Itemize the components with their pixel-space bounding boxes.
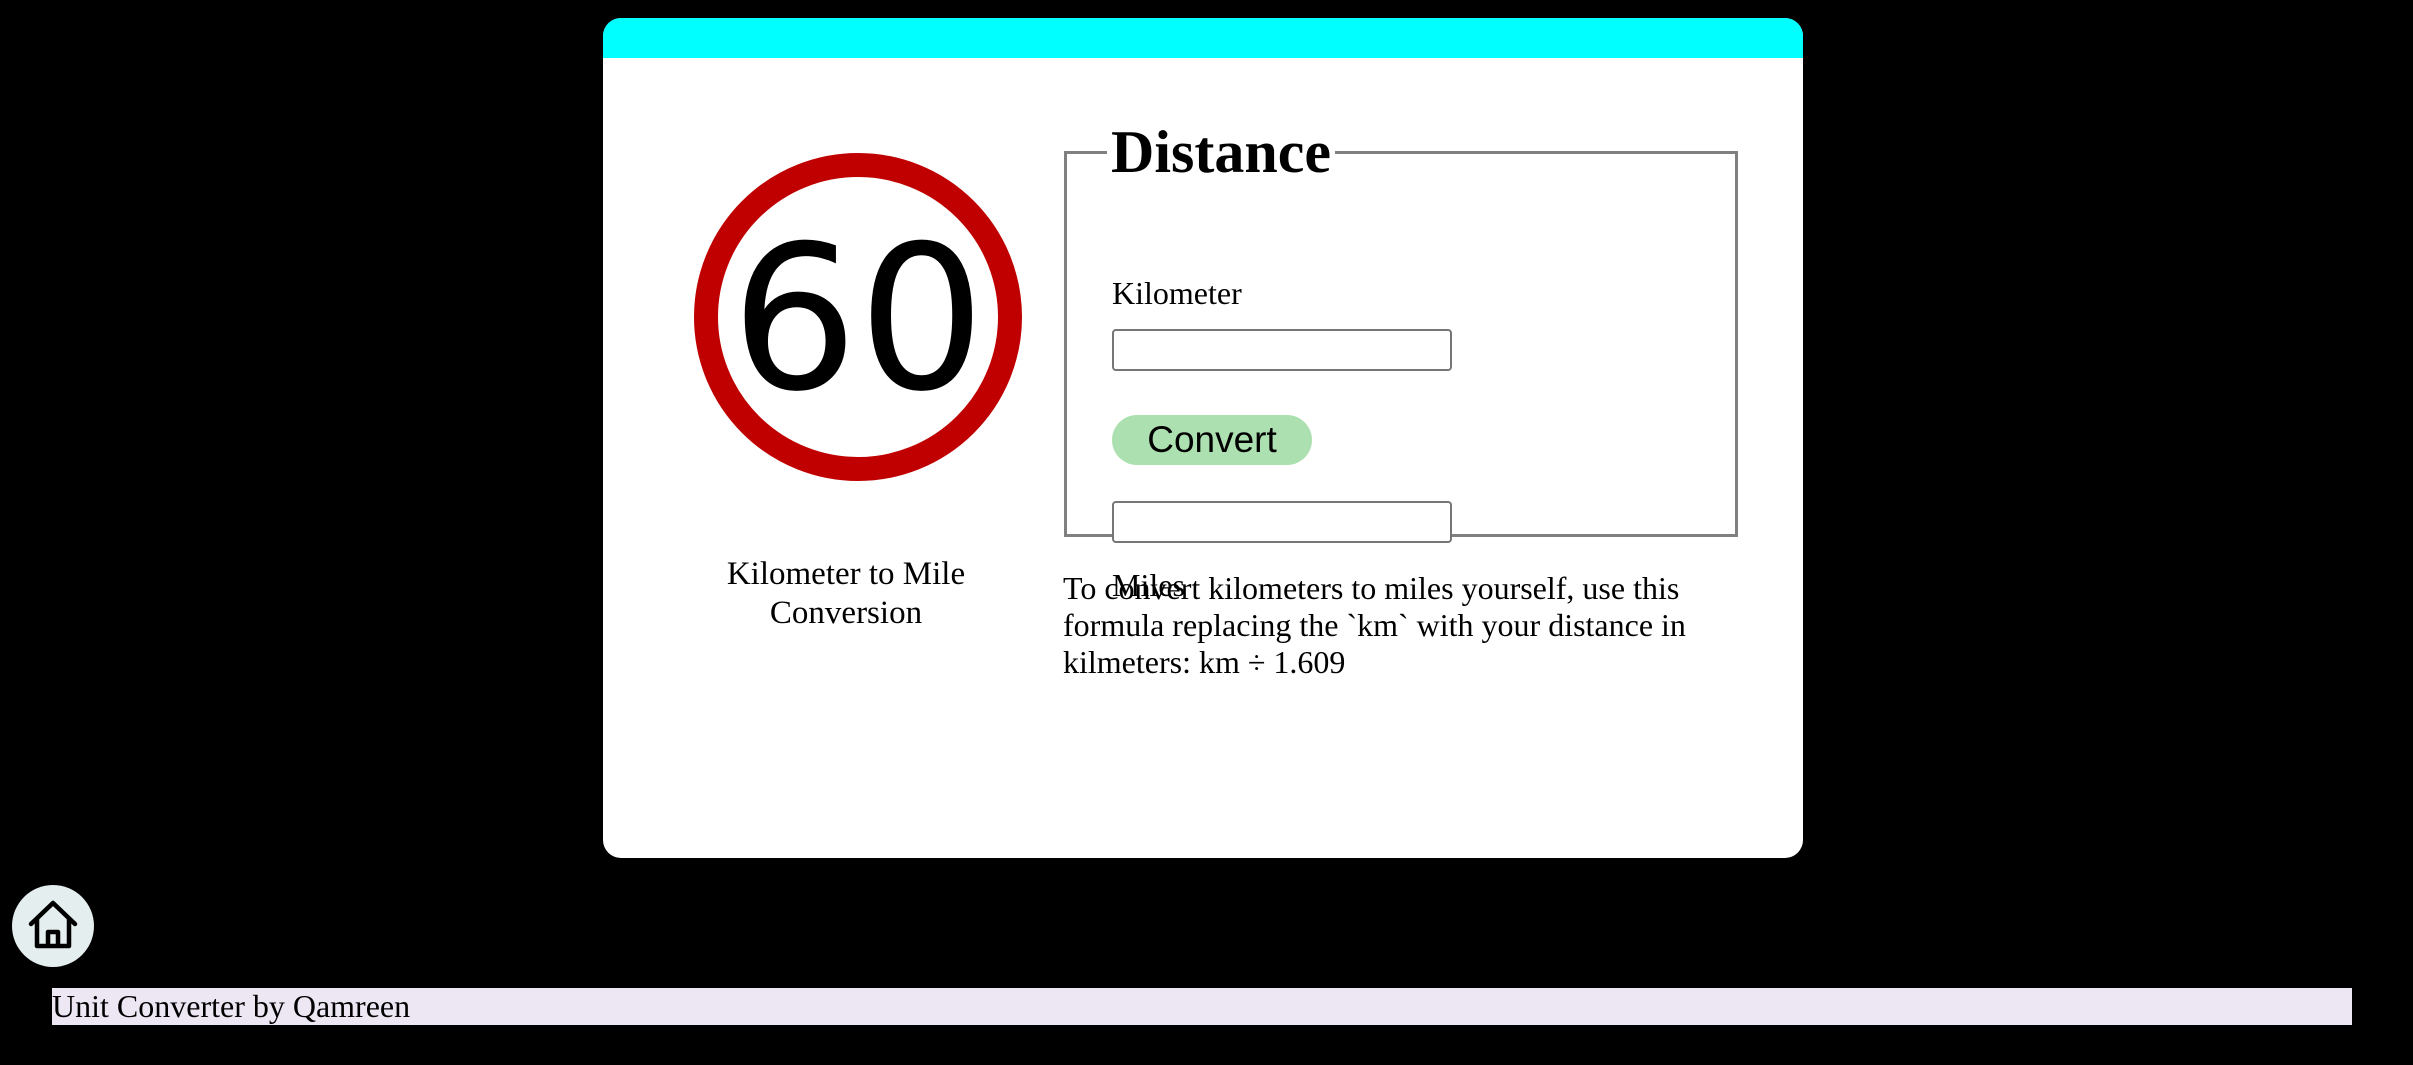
home-button[interactable] [12,885,94,967]
distance-legend: Distance [1111,119,1331,185]
formula-description: To convert kilometers to miles yourself,… [1063,570,1686,680]
miles-output[interactable] [1112,501,1452,543]
converter-card: 60 Kilometer to Mile Conversion Distance… [603,18,1803,858]
speed-limit-number: 60 [731,203,986,436]
kilometer-label: Kilometer [1112,275,1242,311]
distance-fieldset: Distance Kilometer Convert Miles [1064,119,1738,603]
speed-limit-sign-icon: 60 [694,153,1022,481]
convert-button[interactable]: Convert [1112,415,1312,465]
conversion-title: Kilometer to Mile Conversion [726,556,966,631]
footer: Unit Converter by Qamreen [52,988,2352,1025]
kilometer-input[interactable] [1112,329,1452,371]
card-top-bar [603,18,1803,58]
home-icon [28,900,78,949]
